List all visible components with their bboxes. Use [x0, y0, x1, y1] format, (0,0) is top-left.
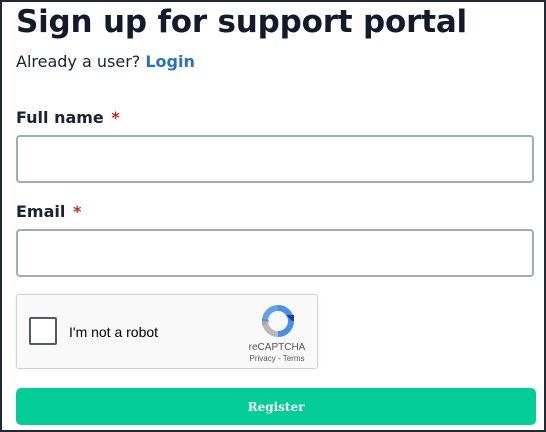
full-name-label: Full name *	[16, 108, 120, 127]
page-title: Sign up for support portal	[16, 4, 467, 40]
recaptcha-separator: -	[275, 354, 283, 363]
login-link[interactable]: Login	[145, 52, 195, 71]
email-label-text: Email	[16, 202, 66, 221]
recaptcha-logo-icon	[262, 305, 294, 337]
login-prompt: Already a user? Login	[16, 52, 195, 71]
recaptcha-widget: I'm not a robot reCAPTCHA Privacy - Term…	[16, 294, 318, 369]
login-prompt-text: Already a user?	[16, 52, 141, 71]
full-name-field[interactable]	[16, 135, 534, 183]
required-marker: *	[111, 108, 120, 127]
register-button[interactable]: Register	[16, 388, 536, 425]
email-field[interactable]	[16, 229, 534, 277]
recaptcha-terms-link[interactable]: Terms	[283, 354, 305, 363]
recaptcha-privacy-link[interactable]: Privacy	[250, 354, 276, 363]
email-label: Email *	[16, 202, 81, 221]
recaptcha-label: I'm not a robot	[69, 324, 159, 340]
signup-page: Sign up for support portal Already a use…	[0, 0, 546, 432]
full-name-label-text: Full name	[16, 108, 104, 127]
recaptcha-brand: reCAPTCHA	[248, 342, 306, 353]
recaptcha-checkbox[interactable]	[29, 317, 57, 345]
required-marker: *	[72, 202, 82, 221]
recaptcha-links: Privacy - Terms	[235, 354, 319, 363]
